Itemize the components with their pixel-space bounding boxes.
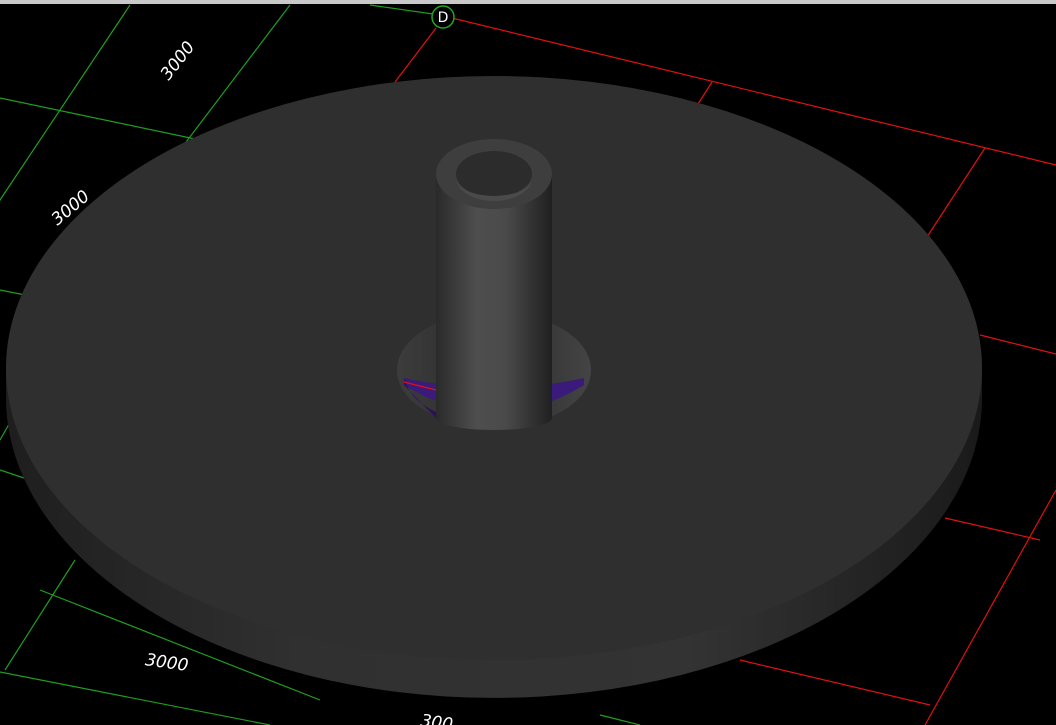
dimension-label-3: 3000	[144, 650, 190, 676]
dimension-label-4: 300	[419, 711, 454, 725]
svg-text:D: D	[438, 10, 449, 26]
model-view[interactable]: D 3000 3000 3000 300	[0, 0, 1056, 725]
grid-axis-marker-d[interactable]: D	[431, 5, 455, 29]
hollow-column[interactable]	[436, 139, 552, 430]
3d-viewport[interactable]: D 3000 3000 3000 300	[0, 0, 1056, 725]
dimension-label-1: 3000	[157, 38, 199, 84]
